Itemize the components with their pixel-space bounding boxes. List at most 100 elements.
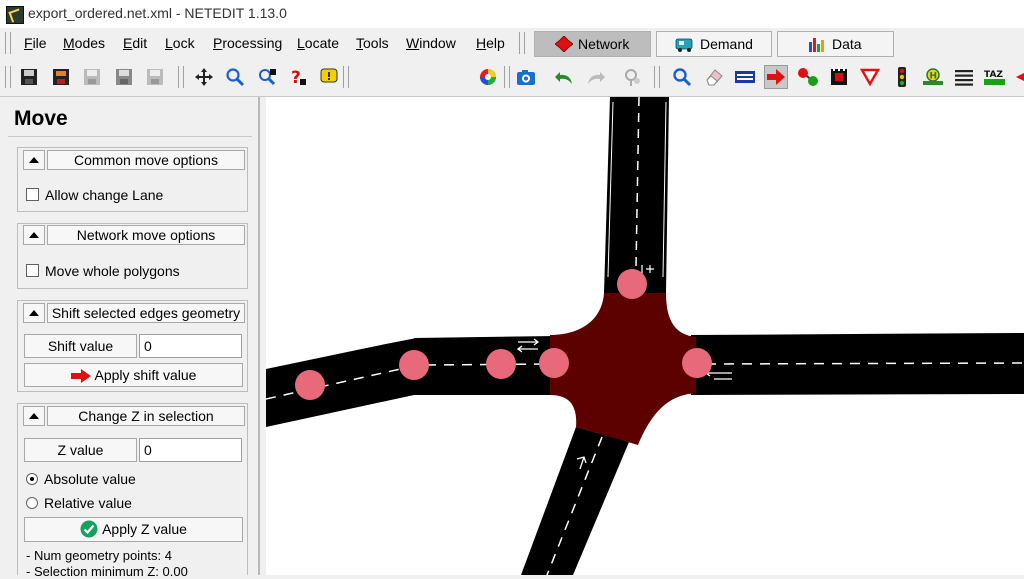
geometry-point[interactable] — [295, 370, 325, 400]
move-mode-button[interactable] — [764, 65, 788, 89]
save-additionals-icon — [53, 69, 69, 85]
collapse-z-button[interactable] — [23, 406, 45, 426]
network-move-options-group: Network move options Move whole polygons — [17, 223, 248, 289]
menu-window-mnemonic: W — [406, 35, 420, 51]
more-tools-button[interactable] — [1012, 65, 1024, 89]
collapse-shift-button[interactable] — [23, 303, 45, 323]
tooltip-button[interactable] — [317, 65, 341, 89]
allow-change-lane-checkbox[interactable] — [26, 188, 39, 201]
taz-mode-button[interactable]: TAZ — [983, 65, 1007, 89]
edge-south[interactable] — [521, 427, 629, 575]
absolute-value-radio[interactable] — [26, 473, 38, 485]
menu-edit-label: dit — [132, 35, 148, 51]
menu-grip[interactable] — [5, 32, 11, 54]
delete-mode-button[interactable] — [702, 65, 726, 89]
save-data-button[interactable] — [112, 65, 136, 89]
apply-shift-value-button[interactable]: Apply shift value — [24, 363, 243, 387]
traffic-light-icon — [898, 67, 906, 87]
redo-button[interactable] — [584, 65, 608, 89]
menu-processing-mnemonic: P — [213, 35, 223, 51]
move-frame-panel: Move Common move options Allow change La… — [0, 97, 260, 579]
connection-mode-button[interactable] — [796, 65, 820, 89]
z-value-input[interactable]: 0 — [139, 438, 242, 462]
panel-title-divider — [8, 136, 252, 137]
network-icon — [555, 36, 573, 52]
change-z-header: Change Z in selection — [47, 406, 245, 426]
connection-icon — [798, 68, 818, 86]
svg-text:H: H — [930, 72, 938, 82]
select-mode-button[interactable] — [733, 65, 757, 89]
traffic-light-mode-button[interactable] — [890, 65, 914, 89]
menu-edit[interactable]: Edit — [123, 35, 147, 51]
geometry-point[interactable] — [682, 348, 712, 378]
junction[interactable] — [550, 293, 696, 445]
relative-value-row[interactable]: Relative value — [26, 495, 132, 511]
shift-edges-geometry-header: Shift selected edges geometry — [47, 303, 245, 323]
network-drawing[interactable] — [266, 97, 1024, 575]
toolbar-grip-3[interactable] — [343, 66, 349, 88]
shift-edges-geometry-group: Shift selected edges geometry Shift valu… — [17, 300, 248, 392]
allow-change-lane-label: Allow change Lane — [45, 187, 164, 203]
toolbar-grip-2[interactable] — [178, 66, 184, 88]
netedit-app-icon — [6, 6, 24, 24]
menu-window[interactable]: Window — [406, 35, 456, 51]
menu-file-label: ile — [32, 35, 47, 51]
supermode-grip[interactable] — [519, 32, 525, 54]
title-bar: export_ordered.net.xml - NETEDIT 1.13.0 — [0, 0, 1024, 28]
locate-icon — [259, 69, 276, 86]
move-view-button[interactable] — [192, 65, 216, 89]
reload-button[interactable] — [620, 65, 644, 89]
network-mode-button[interactable]: Network — [534, 31, 651, 57]
menu-processing[interactable]: Processing — [213, 35, 282, 51]
collapse-common-button[interactable] — [23, 150, 45, 170]
menu-help[interactable]: Help — [476, 35, 505, 51]
edit-color-scheme-button[interactable] — [476, 65, 500, 89]
menu-processing-label: rocessing — [222, 35, 283, 51]
network-view-canvas[interactable] — [266, 97, 1024, 575]
geometry-point[interactable] — [617, 269, 647, 299]
apply-z-value-button[interactable]: Apply Z value — [24, 517, 243, 542]
save-network-button[interactable] — [17, 65, 41, 89]
toolbar-grip-5[interactable] — [654, 66, 660, 88]
additional-mode-button[interactable]: H — [921, 65, 945, 89]
geometry-point[interactable] — [539, 348, 569, 378]
menu-file[interactable]: File — [24, 35, 47, 51]
collapse-network-button[interactable] — [23, 225, 45, 245]
toolbar-grip-4[interactable] — [504, 66, 510, 88]
prohibition-mode-button[interactable] — [858, 65, 882, 89]
wire-mode-button[interactable] — [952, 65, 976, 89]
absolute-value-row[interactable]: Absolute value — [26, 471, 136, 487]
menu-modes-label: odes — [74, 35, 106, 51]
relative-value-radio[interactable] — [26, 497, 38, 509]
window-title: export_ordered.net.xml - NETEDIT 1.13.0 — [28, 5, 287, 21]
move-whole-polygons-row[interactable]: Move whole polygons — [26, 263, 180, 279]
move-icon — [767, 69, 785, 85]
move-whole-polygons-checkbox[interactable] — [26, 264, 39, 277]
screenshot-button[interactable] — [514, 65, 538, 89]
demand-mode-button[interactable]: Demand — [656, 31, 772, 57]
crossing-mode-button[interactable] — [827, 65, 851, 89]
selection-minimum-z-info: - Selection minimum Z: 0.00 — [26, 564, 188, 579]
menu-lock[interactable]: Lock — [165, 35, 195, 51]
geometry-point[interactable] — [486, 349, 516, 379]
toolbar-grip[interactable] — [5, 66, 11, 88]
save-meandata-button[interactable] — [143, 65, 167, 89]
shift-value-input[interactable]: 0 — [139, 334, 242, 358]
inspect-mode-button[interactable] — [670, 65, 694, 89]
geometry-point[interactable] — [399, 350, 429, 380]
z-value-label: Z value — [24, 438, 137, 462]
menu-tools[interactable]: Tools — [356, 35, 389, 51]
menu-modes-mnemonic: M — [63, 35, 75, 51]
save-demand-button[interactable] — [80, 65, 104, 89]
help-button[interactable]: ? — [286, 65, 310, 89]
apply-shift-value-label: Apply shift value — [94, 367, 197, 383]
locate-button[interactable] — [255, 65, 279, 89]
menu-tools-mnemonic: T — [356, 35, 363, 51]
zoom-button[interactable] — [223, 65, 247, 89]
save-additionals-button[interactable] — [49, 65, 73, 89]
menu-locate[interactable]: Locate — [297, 35, 339, 51]
allow-change-lane-row[interactable]: Allow change Lane — [26, 187, 163, 203]
menu-modes[interactable]: Modes — [63, 35, 105, 51]
undo-button[interactable] — [552, 65, 576, 89]
data-mode-button[interactable]: Data — [777, 31, 894, 57]
